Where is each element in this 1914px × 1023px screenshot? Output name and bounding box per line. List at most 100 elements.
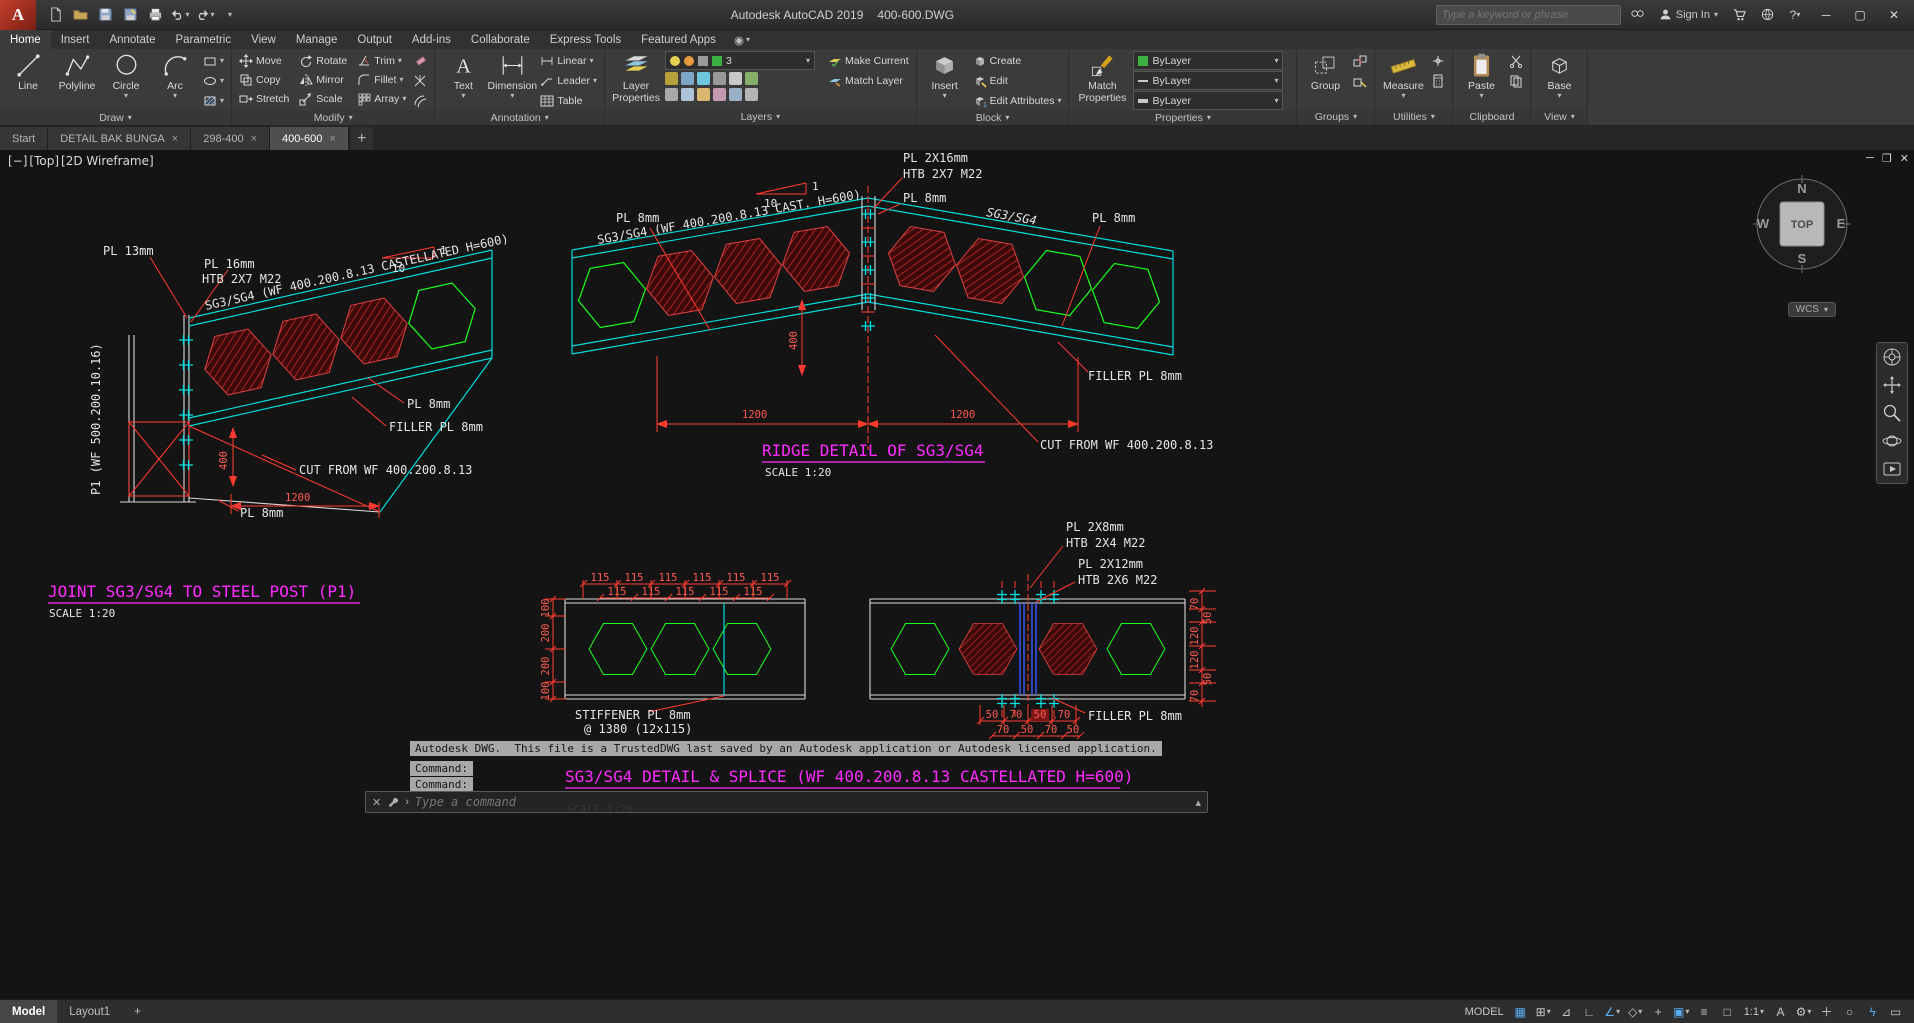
panel-annotation-label[interactable]: Annotation▾ — [435, 110, 604, 125]
signin-button[interactable]: Sign In ▾ — [1655, 8, 1722, 21]
viewport-minimize-control[interactable]: [−] — [8, 154, 27, 168]
autocad-logo-icon[interactable]: A — [0, 0, 36, 30]
qat-customize-button[interactable]: ▾ — [219, 4, 241, 26]
layer-properties-tool[interactable]: Layer Properties — [610, 51, 662, 104]
measure-tool[interactable]: Measure▾ — [1380, 51, 1426, 100]
ungroup-tool[interactable] — [1351, 51, 1369, 70]
panel-modify-label[interactable]: Modify▾ — [232, 110, 434, 125]
doc-close-button[interactable]: ✕ — [1900, 152, 1909, 165]
lineweight-icon[interactable]: ≡ — [1694, 1002, 1715, 1022]
search-input[interactable] — [1442, 9, 1615, 21]
match-layer-tool[interactable]: Match Layer — [826, 71, 911, 90]
fillet-tool[interactable]: Fillet▾ — [355, 70, 408, 89]
workspace-icon[interactable]: ⚙▾ — [1793, 1002, 1814, 1022]
close-button[interactable]: ✕ — [1880, 3, 1908, 27]
ribbon-tab-output[interactable]: Output — [347, 30, 402, 49]
save-as-button[interactable] — [119, 4, 141, 26]
layer-combo[interactable]: 3 ▾ — [665, 51, 815, 70]
layer-previous-icon[interactable] — [729, 88, 742, 101]
edit-block-tool[interactable]: Edit — [971, 71, 1064, 90]
layer-isolate-icon[interactable] — [681, 72, 694, 85]
panel-utilities-label[interactable]: Utilities▾ — [1375, 109, 1452, 125]
undo-button[interactable]: ▾ — [169, 4, 191, 26]
move-tool[interactable]: Move — [237, 51, 291, 70]
annotation-visibility-icon[interactable]: A — [1770, 1002, 1791, 1022]
cut-tool[interactable] — [1507, 51, 1525, 70]
id-point-tool[interactable] — [1429, 51, 1447, 70]
layer-lock-toggle-icon[interactable] — [713, 72, 726, 85]
create-block-tool[interactable]: Create — [971, 51, 1064, 70]
polar-tracking-icon[interactable]: ∠▾ — [1602, 1002, 1623, 1022]
linear-dimension-tool[interactable]: Linear▾ — [538, 51, 599, 70]
navigation-wheel-icon[interactable] — [1882, 347, 1902, 367]
compass-west[interactable]: W — [1757, 216, 1770, 231]
minimize-button[interactable]: ─ — [1812, 3, 1840, 27]
command-history-toggle[interactable]: ▴ — [1195, 796, 1201, 809]
layer-states-icon[interactable] — [745, 88, 758, 101]
lineweight-combo[interactable]: ByLayer▾ — [1133, 91, 1283, 110]
ribbon-tab-collaborate[interactable]: Collaborate — [461, 30, 540, 49]
pan-icon[interactable] — [1882, 375, 1902, 395]
close-icon[interactable]: × — [251, 133, 257, 145]
copy-tool[interactable]: Copy — [237, 70, 291, 89]
explode-tool[interactable] — [411, 71, 429, 90]
grid-icon[interactable]: ▦ — [1510, 1002, 1531, 1022]
compass-south[interactable]: S — [1798, 251, 1807, 266]
hatch-tool[interactable]: ▾ — [201, 91, 226, 110]
insert-block-tool[interactable]: Insert▾ — [922, 51, 968, 100]
paste-tool[interactable]: Paste▾ — [1458, 51, 1504, 100]
snap-icon[interactable]: ⊞▾ — [1533, 1002, 1554, 1022]
group-edit-tool[interactable] — [1351, 71, 1369, 90]
layer-thaw-icon[interactable] — [745, 72, 758, 85]
show-motion-icon[interactable] — [1882, 459, 1902, 479]
group-tool[interactable]: Group — [1302, 51, 1348, 92]
layer-unlock-icon[interactable] — [729, 72, 742, 85]
help-button[interactable]: ?▾ — [1784, 4, 1806, 26]
isolate-objects-icon[interactable]: ○ — [1839, 1002, 1860, 1022]
osnap-icon[interactable]: ▣▾ — [1671, 1002, 1692, 1022]
trim-tool[interactable]: Trim▾ — [355, 51, 408, 70]
panel-view-label[interactable]: View▾ — [1531, 109, 1587, 125]
doc-minimize-button[interactable]: ─ — [1866, 152, 1874, 165]
array-tool[interactable]: Array▾ — [355, 89, 408, 108]
command-close-icon[interactable]: ✕ — [372, 796, 381, 809]
ribbon-tab-home[interactable]: Home — [0, 30, 51, 49]
rectangle-tool[interactable]: ▾ — [201, 51, 226, 70]
polyline-tool[interactable]: Polyline — [54, 51, 100, 92]
scale-tool[interactable]: Scale — [297, 89, 349, 108]
arc-tool[interactable]: Arc▾ — [152, 51, 198, 100]
layer-walk-icon[interactable] — [681, 88, 694, 101]
plot-button[interactable] — [144, 4, 166, 26]
object-snap-tracking-icon[interactable]: + — [1648, 1002, 1669, 1022]
match-properties-tool[interactable]: Match Properties — [1074, 51, 1130, 104]
app-store-icon[interactable] — [1728, 4, 1750, 26]
text-tool[interactable]: AText▾ — [440, 51, 486, 100]
layer-off-icon[interactable] — [665, 72, 678, 85]
ribbon-tab-manage[interactable]: Manage — [286, 30, 348, 49]
edit-attributes-tool[interactable]: 1Edit Attributes▾ — [971, 91, 1064, 110]
ribbon-tab-annotate[interactable]: Annotate — [99, 30, 165, 49]
zoom-icon[interactable] — [1882, 403, 1902, 423]
viewport-visual-style-control[interactable]: [2D Wireframe] — [61, 154, 154, 168]
viewport-view-control[interactable]: [Top] — [29, 154, 59, 168]
open-button[interactable] — [69, 4, 91, 26]
offset-tool[interactable] — [411, 91, 429, 110]
ellipse-tool[interactable]: ▾ — [201, 71, 226, 90]
command-input[interactable] — [415, 795, 1190, 809]
table-tool[interactable]: Table — [538, 91, 599, 110]
new-layout-button[interactable]: + — [122, 1000, 153, 1023]
layer-delete-icon[interactable] — [713, 88, 726, 101]
leader-tool[interactable]: Leader▾ — [538, 71, 599, 90]
stretch-tool[interactable]: Stretch — [237, 89, 291, 108]
quick-calc-tool[interactable] — [1429, 71, 1447, 90]
ribbon-tab-featured-apps[interactable]: Featured Apps — [631, 30, 726, 49]
line-tool[interactable]: Line — [5, 51, 51, 92]
dimension-tool[interactable]: Dimension▾ — [489, 51, 535, 100]
panel-layers-label[interactable]: Layers▾ — [605, 109, 916, 125]
infer-constraints-icon[interactable]: ⊿ — [1556, 1002, 1577, 1022]
model-space-canvas[interactable]: PL 13mm PL 16mm HTB 2X7 M22 SG3/SG4 (WF … — [0, 150, 1914, 999]
layout1-tab[interactable]: Layout1 — [57, 1000, 122, 1023]
panel-groups-label[interactable]: Groups▾ — [1297, 109, 1374, 125]
new-drawing-button[interactable] — [44, 4, 66, 26]
new-tab-button[interactable]: + — [351, 127, 373, 150]
